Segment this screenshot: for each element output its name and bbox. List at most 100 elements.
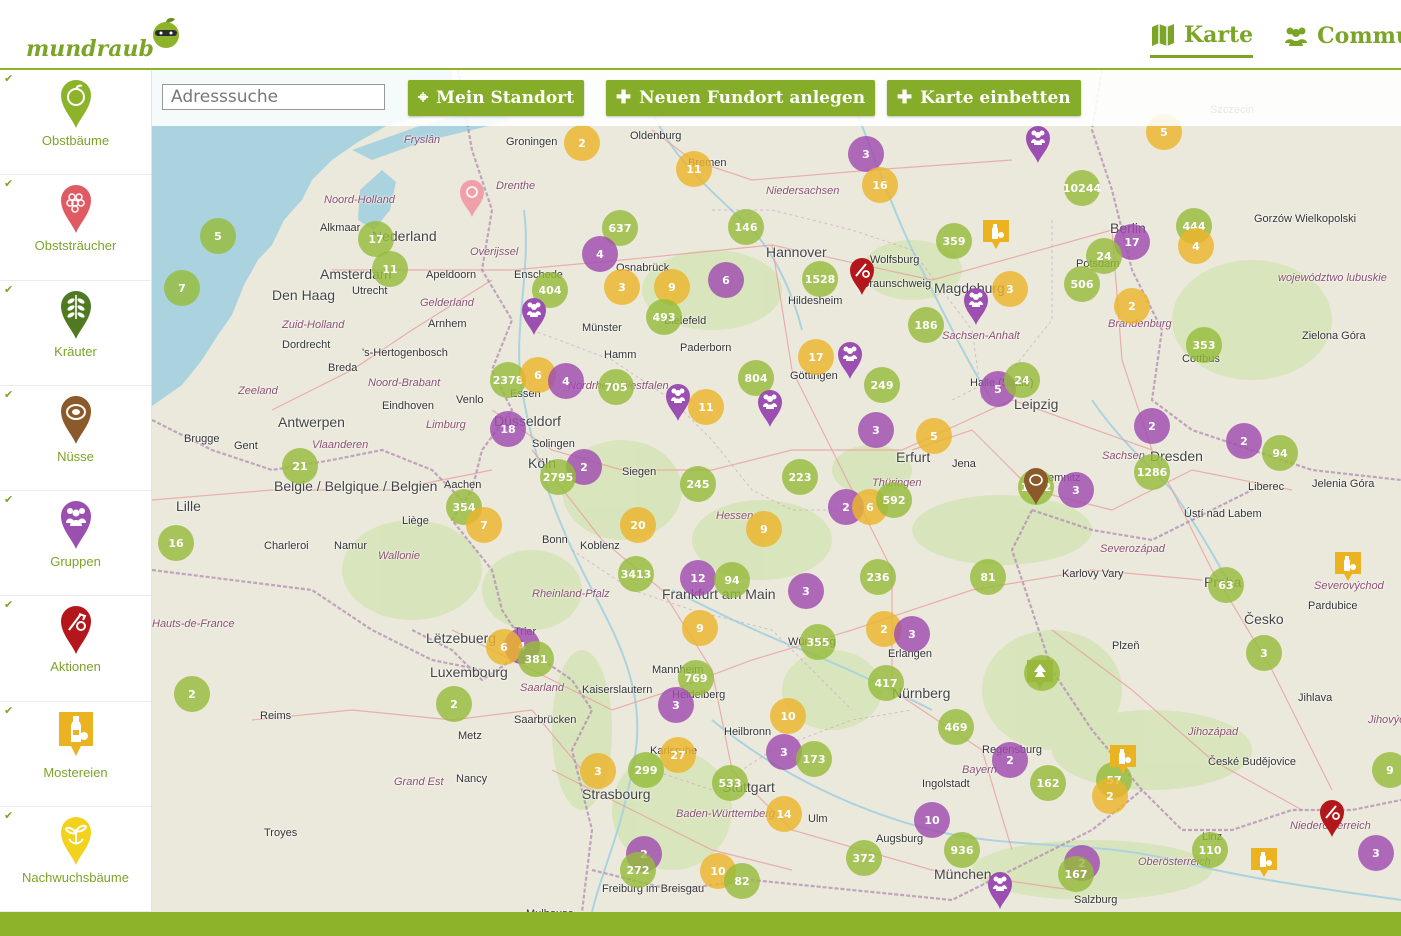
map-cluster[interactable]: 2 [1114,288,1150,324]
nav-community[interactable]: Commu [1283,14,1401,58]
map-cluster[interactable]: 12 [680,560,716,596]
logo-text[interactable]: mundraub [26,36,154,62]
map-cluster[interactable]: 359 [936,223,972,259]
map-cluster[interactable]: 372 [846,840,882,876]
map-cluster[interactable]: 1286 [1134,454,1170,490]
bottle-marker-icon[interactable] [983,220,1009,250]
group-pin-icon[interactable] [986,870,1014,910]
category-nachwuchsbaeume[interactable]: ✔ Nachwuchsbäume [0,807,151,912]
map-cluster[interactable]: 9 [682,610,718,646]
category-kraeuter[interactable]: ✔ Kräuter [0,281,151,386]
map-cluster[interactable]: 11 [688,389,724,425]
map-cluster[interactable]: 4 [1178,228,1214,264]
map-cluster[interactable]: 10 [914,802,950,838]
map-cluster[interactable]: 3 [1246,635,1282,671]
category-obststraeucher[interactable]: ✔ Obststräucher [0,175,151,281]
map-cluster[interactable]: 11 [372,251,408,287]
map-cluster[interactable]: 167 [1058,856,1094,892]
map-cluster[interactable]: 10 [770,698,806,734]
map-cluster[interactable]: 592 [876,482,912,518]
map-cluster[interactable]: 223 [782,459,818,495]
map-cluster[interactable]: 4 [582,236,618,272]
map-cluster[interactable]: 3 [858,412,894,448]
map-cluster[interactable]: 3 [1358,835,1394,871]
map-cluster[interactable]: 2 [1134,408,1170,444]
map-cluster[interactable]: 3413 [618,556,654,592]
map-cluster[interactable]: 2 [564,125,600,161]
map-cluster[interactable]: 20 [620,507,656,543]
map-cluster[interactable]: 94 [714,562,750,598]
action-pin-icon[interactable] [1318,798,1346,838]
map-cluster[interactable]: 3 [604,269,640,305]
map-cluster[interactable]: 5 [200,218,236,254]
map-cluster[interactable]: 186 [908,307,944,343]
sapling-marker-icon[interactable] [1027,660,1053,690]
map-cluster[interactable]: 9 [746,511,782,547]
category-nuesse[interactable]: ✔ Nüsse [0,386,151,491]
map-cluster[interactable]: 2 [174,676,210,712]
map-cluster[interactable]: 299 [628,752,664,788]
bottle-marker-icon[interactable] [1251,848,1277,878]
map-cluster[interactable]: 10244 [1063,170,1101,206]
map-cluster[interactable]: 7 [466,507,502,543]
map-cluster[interactable]: 4 [548,363,584,399]
map-cluster[interactable]: 493 [646,299,682,335]
action-pin-icon[interactable] [848,256,876,296]
group-pin-icon[interactable] [962,286,990,326]
map-cluster[interactable]: 24 [1004,362,1040,398]
map-cluster[interactable]: 3 [788,573,824,609]
nav-karte[interactable]: Karte [1150,14,1254,58]
nut-pin-icon[interactable] [1022,466,1050,506]
map-cluster[interactable]: 110 [1192,832,1228,868]
map-cluster[interactable]: 14 [766,796,802,832]
map-cluster[interactable]: 3 [894,616,930,652]
map-cluster[interactable]: 245 [680,466,716,502]
category-gruppen[interactable]: ✔ Gruppen [0,491,151,597]
map-cluster[interactable]: 3 [658,687,694,723]
map-cluster[interactable]: 27 [660,737,696,773]
map-cluster[interactable]: 17 [798,339,834,375]
map-cluster[interactable]: 16 [158,525,194,561]
map-cluster[interactable]: 173 [796,741,832,777]
map-cluster[interactable]: 82 [724,863,760,899]
category-aktionen[interactable]: ✔ Aktionen [0,596,151,702]
map-cluster[interactable]: 5 [916,418,952,454]
group-pin-icon[interactable] [756,388,784,428]
group-pin-icon[interactable] [1024,124,1052,164]
bottle-marker-icon[interactable] [1110,745,1136,775]
map-cluster[interactable]: 2 [436,686,472,722]
my-location-button[interactable]: ⌖ Mein Standort [408,80,585,116]
map-cluster[interactable]: 353 [1186,327,1222,363]
map-cluster[interactable]: 2 [1226,423,1262,459]
map-cluster[interactable]: 3 [580,753,616,789]
map-cluster[interactable]: 2795 [540,459,576,495]
map-cluster[interactable]: 7 [164,270,200,306]
apple-logo-icon[interactable] [149,16,183,50]
category-mostereien[interactable]: ✔ Mostereien [0,702,151,807]
category-obstbaeume[interactable]: ✔ Obstbäume [0,70,151,176]
add-location-button[interactable]: ✚ Neuen Fundort anlegen [606,80,876,116]
map-cluster[interactable]: 381 [518,641,554,677]
embed-map-button[interactable]: ✚ Karte einbetten [887,80,1081,116]
map-cluster[interactable]: 6 [708,262,744,298]
map-cluster[interactable]: 9 [1372,752,1401,788]
map-cluster[interactable]: 94 [1262,435,1298,471]
map-cluster[interactable]: 1528 [802,261,838,297]
address-search-input[interactable] [162,84,385,110]
map-view[interactable]: GroningenOldenburgBremenSzczecinHannover… [152,70,1401,912]
map-cluster[interactable]: 705 [598,369,634,405]
map-cluster[interactable]: 21 [282,448,318,484]
map-cluster[interactable]: 3 [1058,472,1094,508]
map-cluster[interactable]: 506 [1064,266,1100,302]
map-cluster[interactable]: 81 [970,559,1006,595]
map-cluster[interactable]: 146 [728,209,764,245]
group-pin-icon[interactable] [664,382,692,422]
map-cluster[interactable]: 3 [992,271,1028,307]
group-pin-icon[interactable] [836,340,864,380]
map-cluster[interactable]: 162 [1030,765,1066,801]
group-pin-icon[interactable] [520,296,548,336]
map-cluster[interactable]: 63 [1208,567,1244,603]
map-cluster[interactable]: 936 [944,832,980,868]
map-cluster[interactable]: 236 [860,559,896,595]
berry-pin-icon[interactable] [458,178,486,218]
